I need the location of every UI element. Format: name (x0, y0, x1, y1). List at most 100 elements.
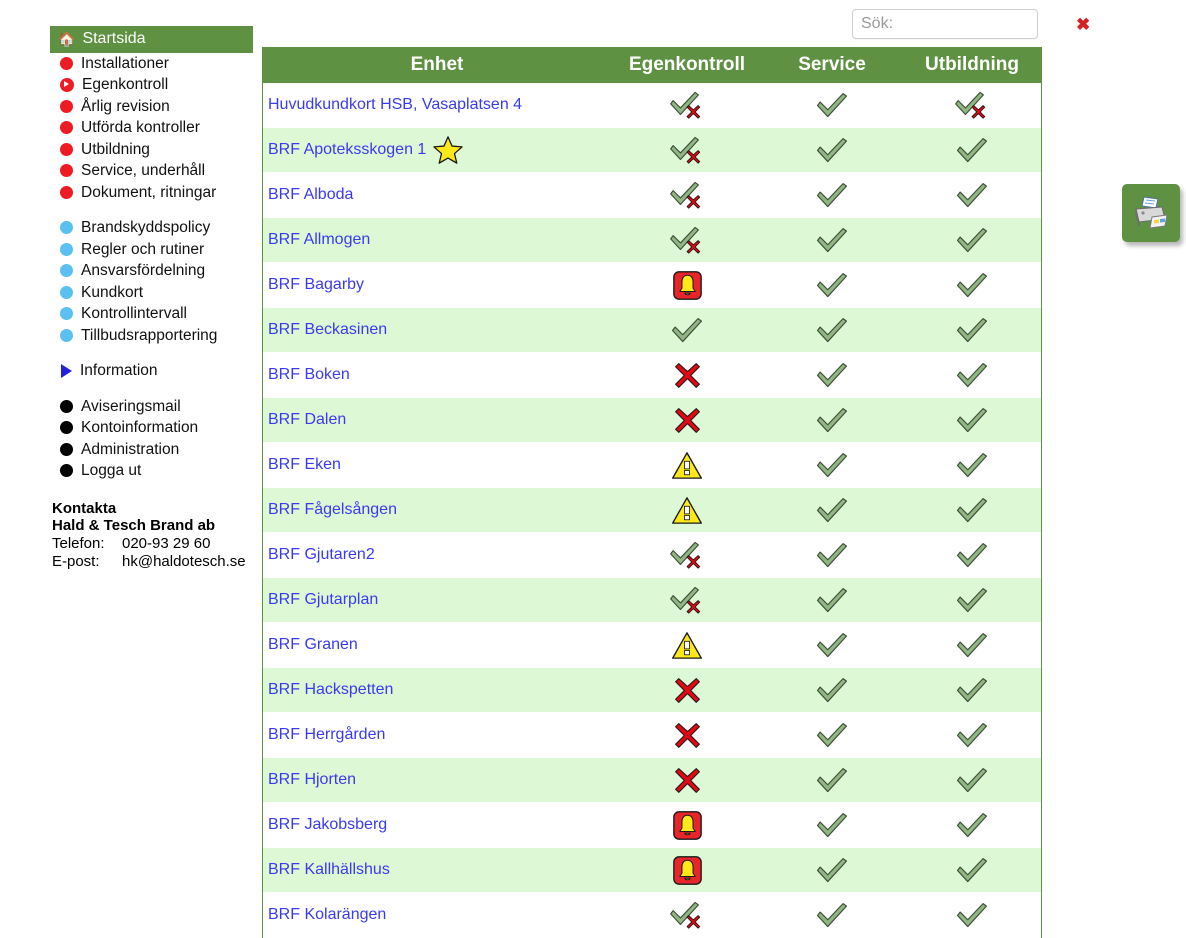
unit-name-cell[interactable]: BRF Beckasinen (262, 307, 612, 353)
utbildning-status-cell[interactable] (902, 307, 1042, 353)
table-row[interactable]: BRF Alboda (262, 172, 1042, 218)
table-row[interactable]: BRF Jakobsberg (262, 802, 1042, 848)
unit-link[interactable]: BRF Beckasinen (268, 321, 387, 338)
unit-link[interactable]: Huvudkundkort HSB, Vasaplatsen 4 (268, 96, 522, 113)
service-status-cell[interactable] (762, 712, 902, 758)
egenkontroll-status-cell[interactable] (612, 712, 762, 758)
red-x-clear-icon[interactable]: ✖ (1072, 16, 1100, 33)
table-row[interactable]: Huvudkundkort HSB, Vasaplatsen 4 (262, 83, 1042, 128)
utbildning-status-cell[interactable] (902, 352, 1042, 398)
service-status-cell[interactable] (762, 83, 902, 128)
utbildning-status-cell[interactable] (902, 757, 1042, 803)
unit-name-cell[interactable]: BRF Apoteksskogen 1 (262, 127, 612, 173)
service-status-cell[interactable] (762, 307, 902, 353)
service-status-cell[interactable] (762, 487, 902, 533)
utbildning-status-cell[interactable] (902, 487, 1042, 533)
egenkontroll-status-cell[interactable] (612, 307, 762, 353)
utbildning-status-cell[interactable] (902, 622, 1042, 668)
table-row[interactable]: BRF Hackspetten (262, 667, 1042, 713)
sidebar-item-kontoinformation[interactable]: Kontoinformation (50, 417, 260, 439)
unit-name-cell[interactable]: BRF Allmogen (262, 217, 612, 263)
service-status-cell[interactable] (762, 532, 902, 578)
unit-name-cell[interactable]: BRF Jakobsberg (262, 802, 612, 848)
print-button[interactable] (1122, 184, 1180, 242)
table-row[interactable]: BRF Apoteksskogen 1 (262, 127, 1042, 173)
unit-name-cell[interactable]: BRF Gjutarplan (262, 577, 612, 623)
utbildning-status-cell[interactable] (902, 847, 1042, 893)
sidebar-item-regler-och-rutiner[interactable]: Regler och rutiner (50, 239, 260, 261)
unit-link[interactable]: BRF Apoteksskogen 1 (268, 141, 426, 158)
column-header-enhet[interactable]: Enhet (262, 47, 612, 83)
utbildning-status-cell[interactable] (902, 892, 1042, 938)
unit-link[interactable]: BRF Herrgården (268, 726, 385, 743)
unit-link[interactable]: BRF Eken (268, 456, 341, 473)
unit-link[interactable]: BRF Granen (268, 636, 358, 653)
sidebar-item-service-underhall[interactable]: Service, underhåll (50, 160, 260, 182)
unit-name-cell[interactable]: Huvudkundkort HSB, Vasaplatsen 4 (262, 83, 612, 128)
egenkontroll-status-cell[interactable] (612, 397, 762, 443)
column-header-egenkontroll[interactable]: Egenkontroll (612, 47, 762, 83)
unit-name-cell[interactable]: BRF Bagarby (262, 262, 612, 308)
egenkontroll-status-cell[interactable] (612, 802, 762, 848)
egenkontroll-status-cell[interactable] (612, 532, 762, 578)
sidebar-item-utforda-kontroller[interactable]: Utförda kontroller (50, 117, 260, 139)
utbildning-status-cell[interactable] (902, 127, 1042, 173)
sidebar-item-brandskyddspolicy[interactable]: Brandskyddspolicy (50, 217, 260, 239)
unit-link[interactable]: BRF Kallhällshus (268, 861, 390, 878)
unit-link[interactable]: BRF Alboda (268, 186, 353, 203)
search-box[interactable]: ✖ (852, 9, 1090, 39)
utbildning-status-cell[interactable] (902, 442, 1042, 488)
egenkontroll-status-cell[interactable] (612, 667, 762, 713)
service-status-cell[interactable] (762, 262, 902, 308)
sidebar-item-logga-ut[interactable]: Logga ut (50, 460, 260, 482)
egenkontroll-status-cell[interactable] (612, 847, 762, 893)
unit-link[interactable]: BRF Hjorten (268, 771, 356, 788)
table-row[interactable]: BRF Granen (262, 622, 1042, 668)
search-input[interactable] (853, 15, 1072, 33)
utbildning-status-cell[interactable] (902, 532, 1042, 578)
utbildning-status-cell[interactable] (902, 577, 1042, 623)
service-status-cell[interactable] (762, 442, 902, 488)
utbildning-status-cell[interactable] (902, 712, 1042, 758)
egenkontroll-status-cell[interactable] (612, 172, 762, 218)
egenkontroll-status-cell[interactable] (612, 352, 762, 398)
service-status-cell[interactable] (762, 172, 902, 218)
utbildning-status-cell[interactable] (902, 802, 1042, 848)
table-row[interactable]: BRF Herrgården (262, 712, 1042, 758)
table-row[interactable]: BRF Dalen (262, 397, 1042, 443)
utbildning-status-cell[interactable] (902, 262, 1042, 308)
sidebar-item-installationer[interactable]: Installationer (50, 53, 260, 75)
unit-link[interactable]: BRF Boken (268, 366, 350, 383)
sidebar-item-kundkort[interactable]: Kundkort (50, 282, 260, 304)
utbildning-status-cell[interactable] (902, 667, 1042, 713)
unit-link[interactable]: BRF Gjutarplan (268, 591, 378, 608)
unit-name-cell[interactable]: BRF Hackspetten (262, 667, 612, 713)
unit-name-cell[interactable]: BRF Gjutaren2 (262, 532, 612, 578)
utbildning-status-cell[interactable] (902, 217, 1042, 263)
sidebar-item-information[interactable]: Information (50, 360, 260, 382)
table-row[interactable]: BRF Fågelsången (262, 487, 1042, 533)
unit-name-cell[interactable]: BRF Fågelsången (262, 487, 612, 533)
service-status-cell[interactable] (762, 352, 902, 398)
service-status-cell[interactable] (762, 577, 902, 623)
unit-link[interactable]: BRF Jakobsberg (268, 816, 387, 833)
table-row[interactable]: BRF Gjutarplan (262, 577, 1042, 623)
egenkontroll-status-cell[interactable] (612, 622, 762, 668)
utbildning-status-cell[interactable] (902, 172, 1042, 218)
unit-name-cell[interactable]: BRF Kolarängen (262, 892, 612, 938)
table-row[interactable]: BRF Beckasinen (262, 307, 1042, 353)
egenkontroll-status-cell[interactable] (612, 577, 762, 623)
unit-link[interactable]: BRF Gjutaren2 (268, 546, 375, 563)
table-row[interactable]: BRF Allmogen (262, 217, 1042, 263)
unit-link[interactable]: BRF Dalen (268, 411, 346, 428)
service-status-cell[interactable] (762, 622, 902, 668)
table-row[interactable]: BRF Boken (262, 352, 1042, 398)
table-row[interactable]: BRF Kolarängen (262, 892, 1042, 938)
egenkontroll-status-cell[interactable] (612, 262, 762, 308)
service-status-cell[interactable] (762, 802, 902, 848)
egenkontroll-status-cell[interactable] (612, 487, 762, 533)
table-row[interactable]: BRF Eken (262, 442, 1042, 488)
unit-link[interactable]: BRF Bagarby (268, 276, 364, 293)
sidebar-item-aviseringsmail[interactable]: Aviseringsmail (50, 396, 260, 418)
unit-link[interactable]: BRF Kolarängen (268, 906, 386, 923)
